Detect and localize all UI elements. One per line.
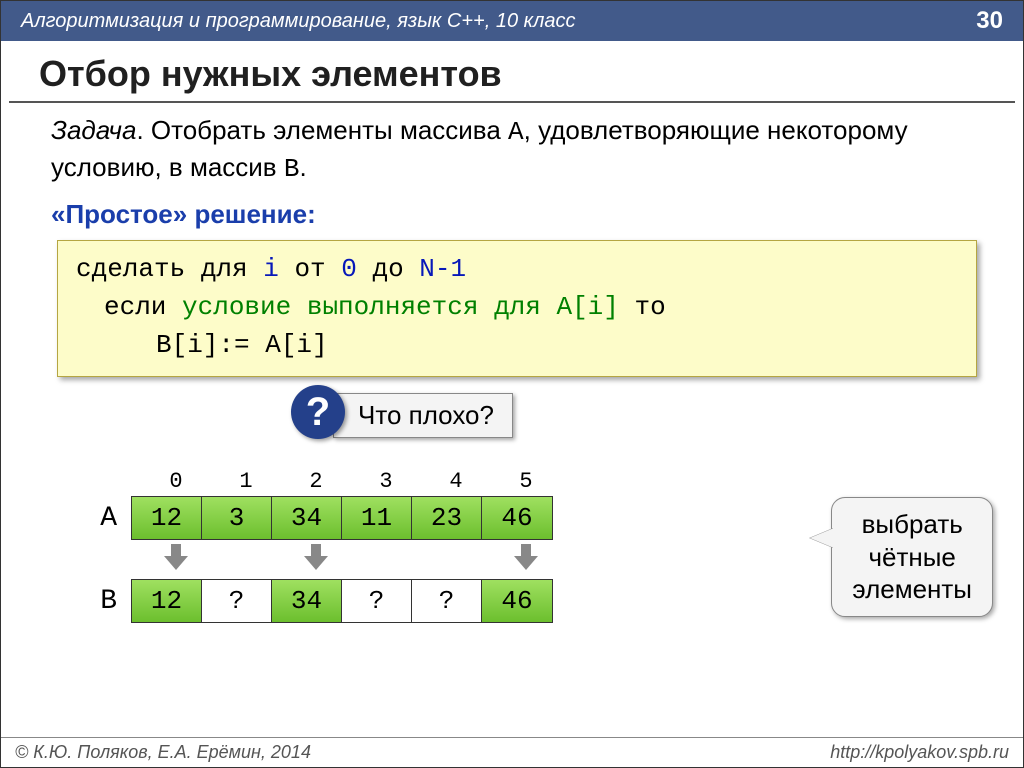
b-cell-3: ? — [342, 580, 412, 622]
task-paragraph: Задача. Отобрать элементы массива A, удо… — [51, 113, 983, 187]
idx-5: 5 — [491, 469, 561, 494]
subheading: «Простое» решение: — [51, 199, 983, 230]
idx-4: 4 — [421, 469, 491, 494]
b-cell-4: ? — [412, 580, 482, 622]
code-l1e: до — [357, 254, 419, 284]
speech-bubble: выбрать чётные элементы — [831, 497, 993, 617]
code-l2b: условие выполняется для A[i] — [182, 292, 619, 322]
b-cell-5: 46 — [482, 580, 552, 622]
page-number: 30 — [976, 7, 1003, 35]
question-callout: ? Что плохо? — [51, 391, 983, 451]
array-b-cells: 12 ? 34 ? ? 46 — [131, 579, 553, 623]
task-arr-b: B — [284, 154, 300, 184]
a-cell-2: 34 — [272, 497, 342, 539]
code-l1c: от — [279, 254, 341, 284]
code-l2a: если — [104, 292, 182, 322]
content-area: Задача. Отобрать элементы массива A, удо… — [1, 103, 1023, 623]
idx-3: 3 — [351, 469, 421, 494]
copyright: © К.Ю. Поляков, Е.А. Ерёмин, 2014 — [15, 742, 311, 763]
a-cell-1: 3 — [202, 497, 272, 539]
code-l2c: то — [619, 292, 666, 322]
a-cell-3: 11 — [342, 497, 412, 539]
code-l1d: 0 — [341, 254, 357, 284]
idx-0: 0 — [141, 469, 211, 494]
speech-l3: элементы — [852, 573, 972, 606]
slide: Алгоритмизация и программирование, язык … — [0, 0, 1024, 768]
down-arrow-icon — [305, 544, 327, 568]
speech-l2: чётные — [852, 541, 972, 574]
down-arrow-icon — [515, 544, 537, 568]
code-l1f: N-1 — [419, 254, 466, 284]
task-t3: . — [299, 152, 306, 182]
speech-l1: выбрать — [852, 508, 972, 541]
task-t1: . Отобрать элементы массива — [136, 115, 508, 145]
index-row: 0 1 2 3 4 5 — [141, 469, 983, 494]
slide-title: Отбор нужных элементов — [9, 41, 1015, 103]
idx-1: 1 — [211, 469, 281, 494]
a-cell-5: 46 — [482, 497, 552, 539]
footer-url: http://kpolyakov.spb.ru — [830, 742, 1009, 763]
task-arr-a: A — [508, 117, 524, 147]
code-l3: B[i]:= A[i] — [156, 330, 328, 360]
code-line-3: B[i]:= A[i] — [76, 327, 958, 365]
code-line-2: если условие выполняется для A[i] то — [76, 289, 958, 327]
a-cell-0: 12 — [132, 497, 202, 539]
b-cell-0: 12 — [132, 580, 202, 622]
b-cell-2: 34 — [272, 580, 342, 622]
header-bar: Алгоритмизация и программирование, язык … — [1, 1, 1023, 41]
arrays-diagram: 0 1 2 3 4 5 A 12 3 34 11 23 46 — [51, 469, 983, 623]
question-mark-icon: ? — [291, 385, 345, 439]
code-box: сделать для i от 0 до N-1 если условие в… — [57, 240, 977, 377]
down-arrow-icon — [165, 544, 187, 568]
b-cell-1: ? — [202, 580, 272, 622]
footer: © К.Ю. Поляков, Е.А. Ерёмин, 2014 http:/… — [1, 737, 1023, 767]
task-label: Задача — [51, 115, 136, 145]
a-cell-4: 23 — [412, 497, 482, 539]
code-line-1: сделать для i от 0 до N-1 — [76, 251, 958, 289]
array-a-label: A — [51, 503, 131, 534]
question-text: Что плохо? — [333, 393, 513, 438]
code-l1a: сделать для — [76, 254, 263, 284]
course-title: Алгоритмизация и программирование, язык … — [21, 10, 575, 33]
array-a-cells: 12 3 34 11 23 46 — [131, 496, 553, 540]
idx-2: 2 — [281, 469, 351, 494]
array-b-label: B — [51, 586, 131, 617]
code-l1b: i — [263, 254, 279, 284]
